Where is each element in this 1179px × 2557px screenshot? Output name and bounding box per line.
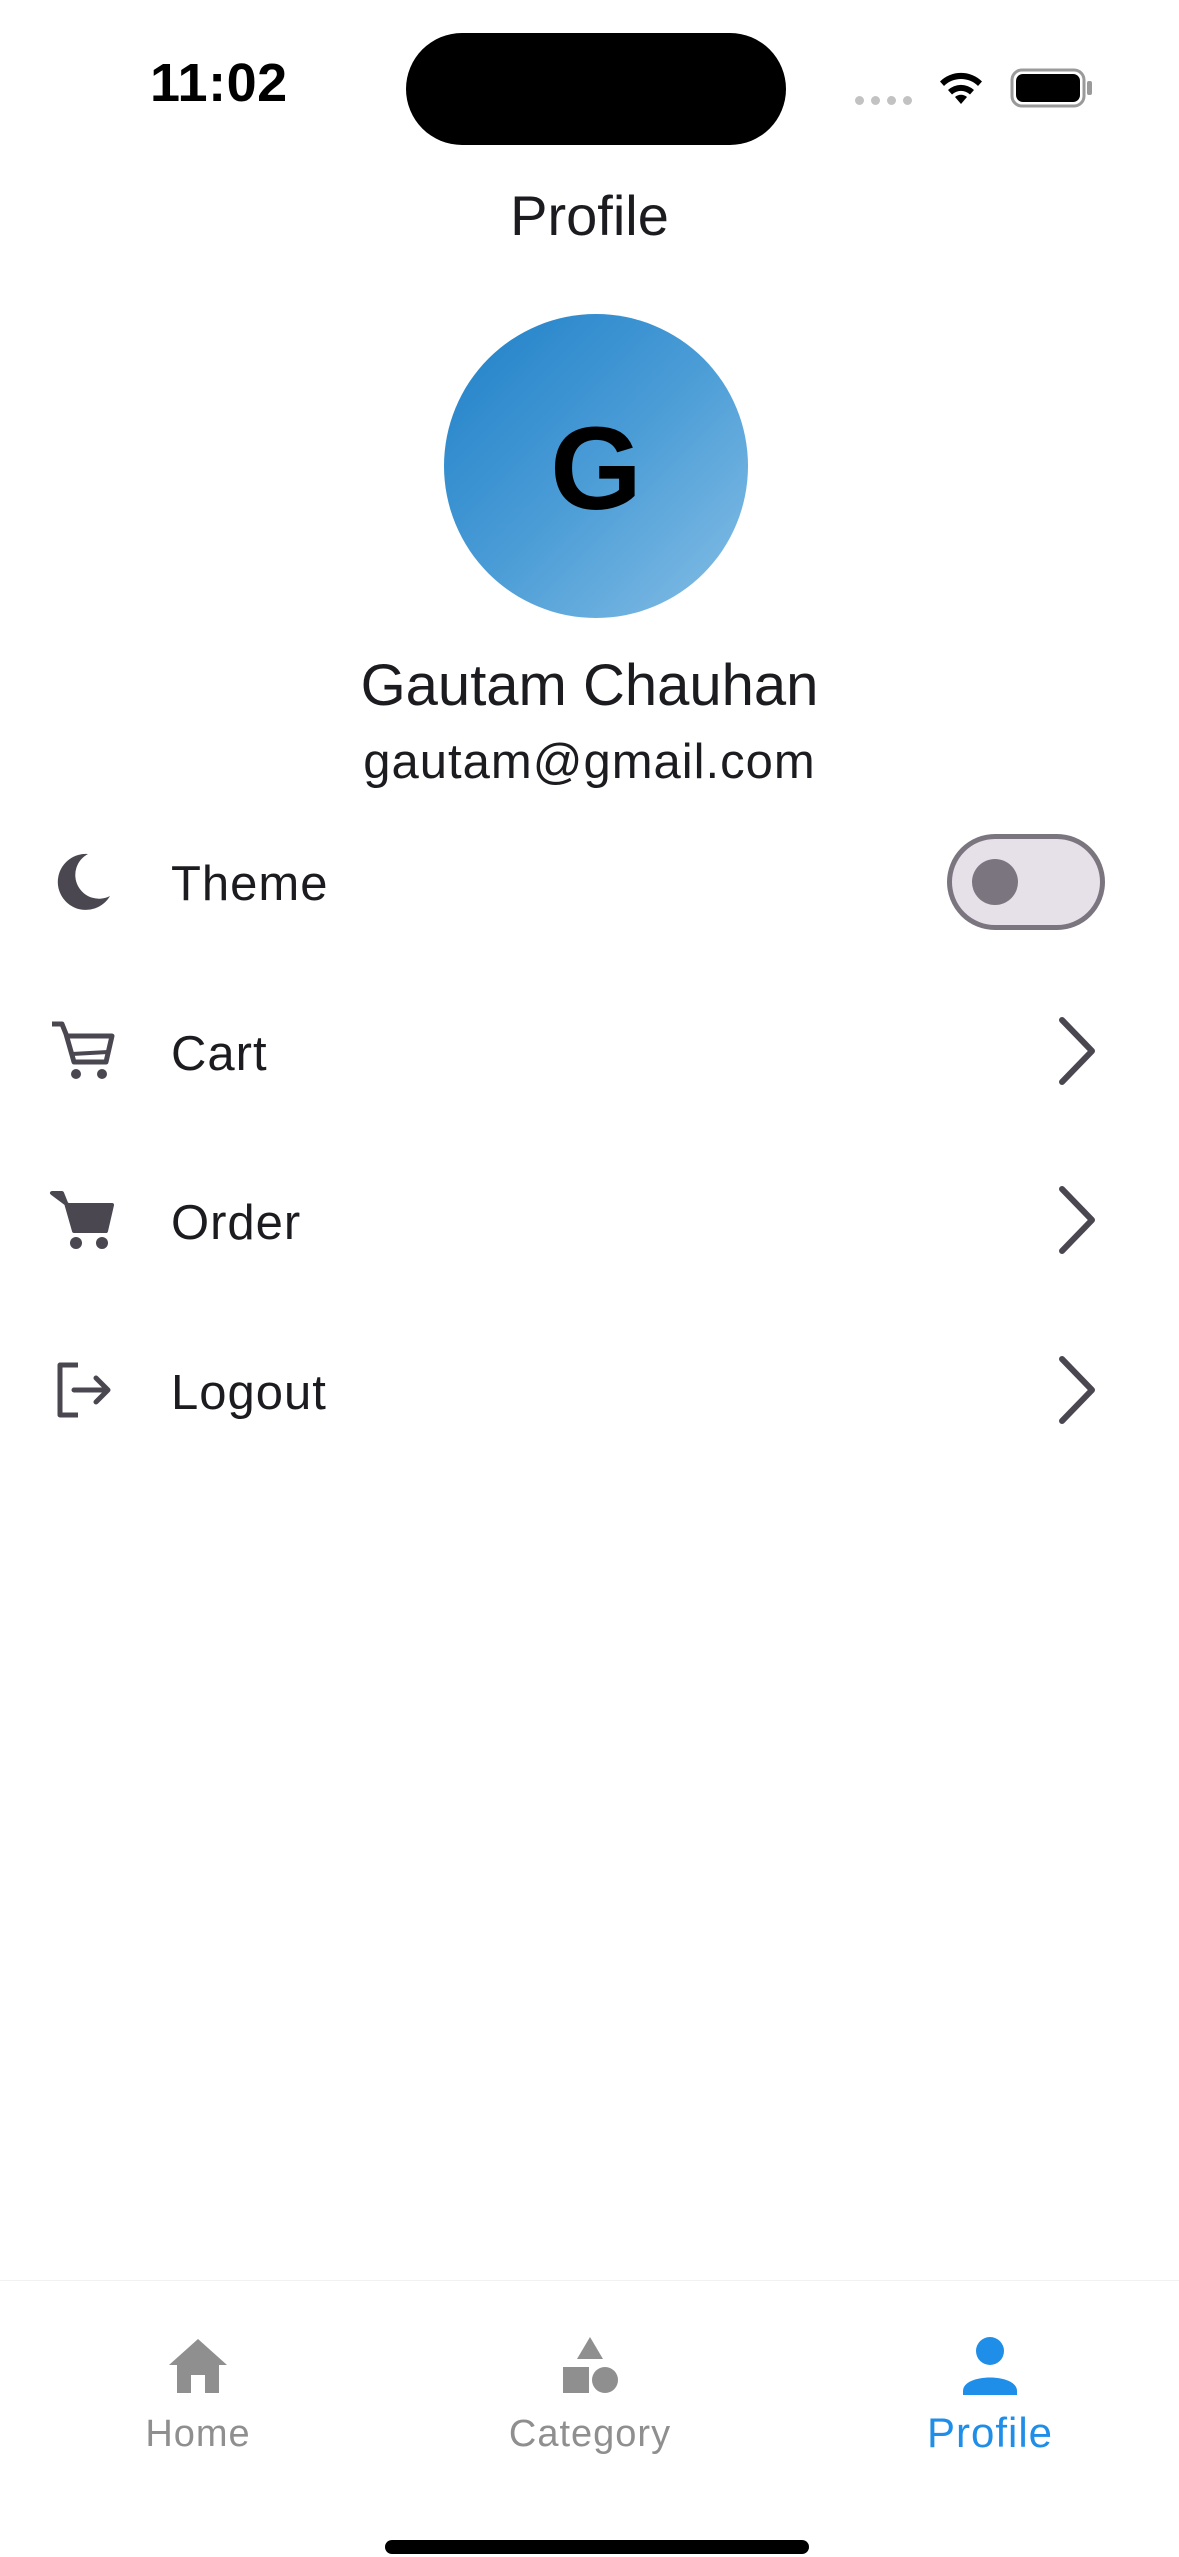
- nav-label: Category: [508, 2413, 672, 2455]
- page-title: Profile: [510, 184, 669, 247]
- nav-item-profile[interactable]: Profile: [840, 2311, 1140, 2461]
- nav-item-category[interactable]: Category: [440, 2311, 740, 2461]
- dynamic-island: [406, 33, 786, 145]
- menu-item-label: Order: [171, 1196, 302, 1250]
- bottom-nav: Home Category Profile: [0, 2280, 1179, 2557]
- user-email: gautam@gmail.com: [363, 735, 816, 789]
- category-icon: [563, 2337, 618, 2393]
- wifi-icon: [940, 72, 982, 104]
- home-icon: [169, 2339, 227, 2393]
- moon-icon: [57, 853, 110, 910]
- cart-outline-icon: [52, 1021, 115, 1079]
- person-icon: [963, 2337, 1017, 2395]
- cart-filled-icon: [50, 1191, 114, 1249]
- nav-item-home[interactable]: Home: [48, 2311, 348, 2461]
- menu-item-label: Logout: [171, 1366, 327, 1420]
- chevron-right-icon: [1059, 1186, 1095, 1254]
- logout-icon: [57, 1362, 111, 1418]
- theme-toggle[interactable]: [947, 834, 1105, 930]
- chevron-right-icon: [1059, 1017, 1095, 1085]
- menu-item-label: Cart: [171, 1027, 268, 1081]
- menu-item-logout[interactable]: Logout: [0, 1315, 1179, 1465]
- status-time: 11:02: [150, 53, 288, 113]
- menu-item-order[interactable]: Order: [0, 1145, 1179, 1295]
- home-indicator[interactable]: [385, 2540, 809, 2554]
- menu-item-theme[interactable]: Theme: [0, 806, 1179, 956]
- menu-item-cart[interactable]: Cart: [0, 976, 1179, 1126]
- user-name: Gautam Chauhan: [360, 653, 819, 718]
- avatar-initial: G: [550, 403, 642, 535]
- nav-label: Home: [145, 2413, 251, 2455]
- avatar: G: [444, 314, 748, 618]
- nav-label: Profile: [926, 2409, 1054, 2456]
- toggle-knob: [972, 859, 1018, 905]
- menu-item-label: Theme: [171, 857, 329, 911]
- battery-icon: [1010, 68, 1092, 108]
- chevron-right-icon: [1059, 1356, 1095, 1424]
- cellular-dots-icon: [855, 96, 912, 105]
